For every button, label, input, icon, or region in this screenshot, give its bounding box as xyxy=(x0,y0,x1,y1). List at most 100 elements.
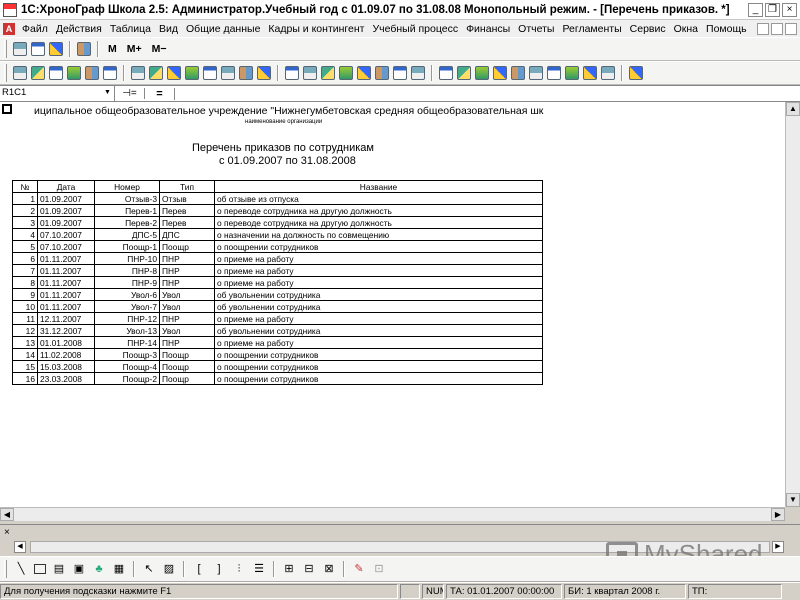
row-type[interactable]: Увол xyxy=(159,288,215,301)
row-type[interactable]: Увол xyxy=(159,300,215,313)
document-icon[interactable]: A xyxy=(3,22,15,35)
row-number[interactable]: 6 xyxy=(12,252,38,265)
report-icon[interactable] xyxy=(303,66,317,80)
rectangle-icon[interactable] xyxy=(34,564,46,574)
scroll-down-icon[interactable]: ▼ xyxy=(786,493,800,507)
row-title[interactable]: о приеме на работу xyxy=(214,252,543,265)
row-number[interactable]: 14 xyxy=(12,348,38,361)
table-row[interactable]: 11 12.11.2007 ПНР-12 ПНР о приеме на работу xyxy=(12,312,543,325)
menu-view[interactable]: Вид xyxy=(155,23,182,35)
chevron-down-icon[interactable]: ▼ xyxy=(102,87,113,99)
select-all-corner[interactable] xyxy=(2,104,12,114)
menu-actions[interactable]: Действия xyxy=(52,23,106,35)
table-row[interactable]: 7 01.11.2007 ПНР-8 ПНР о приеме на работу xyxy=(12,264,543,277)
menu-finance[interactable]: Финансы xyxy=(462,23,514,35)
chart-icon[interactable] xyxy=(203,66,217,80)
row-date[interactable]: 01.09.2007 xyxy=(37,204,95,217)
row-date[interactable]: 01.11.2007 xyxy=(37,252,95,265)
row-title[interactable]: о назначении на должность по совмещению xyxy=(214,228,543,241)
row-type[interactable]: Поощр xyxy=(159,348,215,361)
chart-line-icon[interactable] xyxy=(457,66,471,80)
vertical-scrollbar[interactable]: ▲ ▼ xyxy=(785,102,800,507)
row-type[interactable]: Поощр xyxy=(159,240,215,253)
row-number[interactable]: 7 xyxy=(12,264,38,277)
school-icon[interactable] xyxy=(31,66,45,80)
table-row[interactable]: 16 23.03.2008 Поощр-2 Поощр о поощрении сотр… xyxy=(12,372,543,385)
row-order-number[interactable]: ДПС-5 xyxy=(94,228,160,241)
row-title[interactable]: об отзыве из отпуска xyxy=(214,192,543,205)
scroll-left-icon[interactable]: ◀ xyxy=(14,541,26,553)
scroll-right-icon[interactable]: ▶ xyxy=(771,508,785,521)
row-date[interactable]: 23.03.2008 xyxy=(37,372,95,385)
calculator-icon[interactable] xyxy=(583,66,597,80)
menu-table[interactable]: Таблица xyxy=(106,23,155,35)
menu-windows[interactable]: Окна xyxy=(670,23,702,35)
text-box-icon[interactable]: ▤ xyxy=(52,562,66,576)
row-order-number[interactable]: Перев-2 xyxy=(94,216,160,229)
row-number[interactable]: 11 xyxy=(12,312,38,325)
row-date[interactable]: 01.11.2007 xyxy=(37,264,95,277)
table-row[interactable]: 10 01.11.2007 Увол-7 Увол об увольнении сотр… xyxy=(12,300,543,313)
pointer-icon[interactable]: ↖ xyxy=(142,562,156,576)
row-title[interactable]: о переводе сотрудника на другую должност… xyxy=(214,204,543,217)
row-number[interactable]: 13 xyxy=(12,336,38,349)
menu-service[interactable]: Сервис xyxy=(626,23,670,35)
table-row[interactable]: 6 01.11.2007 ПНР-10 ПНР о приеме на работу xyxy=(12,252,543,265)
row-number[interactable]: 2 xyxy=(12,204,38,217)
row-number[interactable]: 15 xyxy=(12,360,38,373)
users-icon[interactable] xyxy=(321,66,335,80)
table-row[interactable]: 14 11.02.2008 Поощр-3 Поощр о поощрении сотр… xyxy=(12,348,543,361)
report-sheet[interactable]: иципальное общеобразовательное учреждени… xyxy=(0,102,785,507)
row-number[interactable]: 1 xyxy=(12,192,38,205)
format-painter-icon[interactable]: ✎ xyxy=(352,562,366,576)
table-row[interactable]: 3 01.09.2007 Перев-2 Перев о переводе сотруд… xyxy=(12,216,543,229)
doc-minimize-icon[interactable] xyxy=(757,22,769,35)
book-icon[interactable] xyxy=(85,66,99,80)
row-title[interactable]: о приеме на работу xyxy=(214,264,543,277)
row-number[interactable]: 10 xyxy=(12,300,38,313)
menu-staff[interactable]: Кадры и контингент xyxy=(264,23,368,35)
settings-icon[interactable] xyxy=(565,66,579,80)
menu-regulations[interactable]: Регламенты xyxy=(558,23,625,35)
row-title[interactable]: об увольнении сотрудника xyxy=(214,324,543,337)
table-row[interactable]: 15 15.03.2008 Поощр-4 Поощр о поощрении сотр… xyxy=(12,360,543,373)
row-type[interactable]: Увол xyxy=(159,324,215,337)
image-icon[interactable] xyxy=(493,66,507,80)
cell-reference[interactable]: R1C1 ▼ xyxy=(0,86,115,101)
doc-close-icon[interactable] xyxy=(785,22,797,35)
row-date[interactable]: 07.10.2007 xyxy=(37,228,95,241)
row-number[interactable]: 8 xyxy=(12,276,38,289)
person-icon[interactable] xyxy=(149,66,163,80)
table-row[interactable]: 2 01.09.2007 Перев-1 Перев о переводе сотруд… xyxy=(12,204,543,217)
bookmark-icon[interactable] xyxy=(629,66,643,80)
row-date[interactable]: 01.09.2007 xyxy=(37,216,95,229)
grid-icon[interactable] xyxy=(221,66,235,80)
menu-file[interactable]: Файл xyxy=(18,23,52,35)
row-type[interactable]: ПНР xyxy=(159,336,215,349)
folder-icon[interactable] xyxy=(257,66,271,80)
map-icon[interactable] xyxy=(529,66,543,80)
row-type[interactable]: Поощр xyxy=(159,360,215,373)
table-row[interactable]: 8 01.11.2007 ПНР-9 ПНР о приеме на работу xyxy=(12,276,543,289)
keypad-icon[interactable] xyxy=(601,66,615,80)
table-row[interactable]: 12 31.12.2007 Увол-13 Увол об увольнении сот… xyxy=(12,324,543,337)
menu-help[interactable]: Помощь xyxy=(702,23,751,35)
cell-format-icon[interactable]: ⊡ xyxy=(372,562,386,576)
row-number[interactable]: 12 xyxy=(12,324,38,337)
row-order-number[interactable]: ПНР-14 xyxy=(94,336,160,349)
staff-icon[interactable] xyxy=(131,66,145,80)
align-icon[interactable]: ⫶ xyxy=(232,562,246,576)
columns-icon[interactable]: ⊟ xyxy=(302,562,316,576)
formula-equals-button[interactable]: = xyxy=(145,87,175,100)
row-type[interactable]: ПНР xyxy=(159,312,215,325)
table-row[interactable]: 13 01.01.2008 ПНР-14 ПНР о приеме на работу xyxy=(12,336,543,349)
row-number[interactable]: 3 xyxy=(12,216,38,229)
horizontal-scrollbar[interactable]: ◀ ▶ xyxy=(0,507,785,521)
list-icon[interactable] xyxy=(13,66,27,80)
memory-plus-button[interactable]: M+ xyxy=(127,43,142,55)
open-icon[interactable] xyxy=(13,42,27,56)
text-icon[interactable] xyxy=(185,66,199,80)
print-icon[interactable] xyxy=(393,66,407,80)
row-type[interactable]: Перев xyxy=(159,204,215,217)
restore-button[interactable]: ❐ xyxy=(765,2,780,17)
